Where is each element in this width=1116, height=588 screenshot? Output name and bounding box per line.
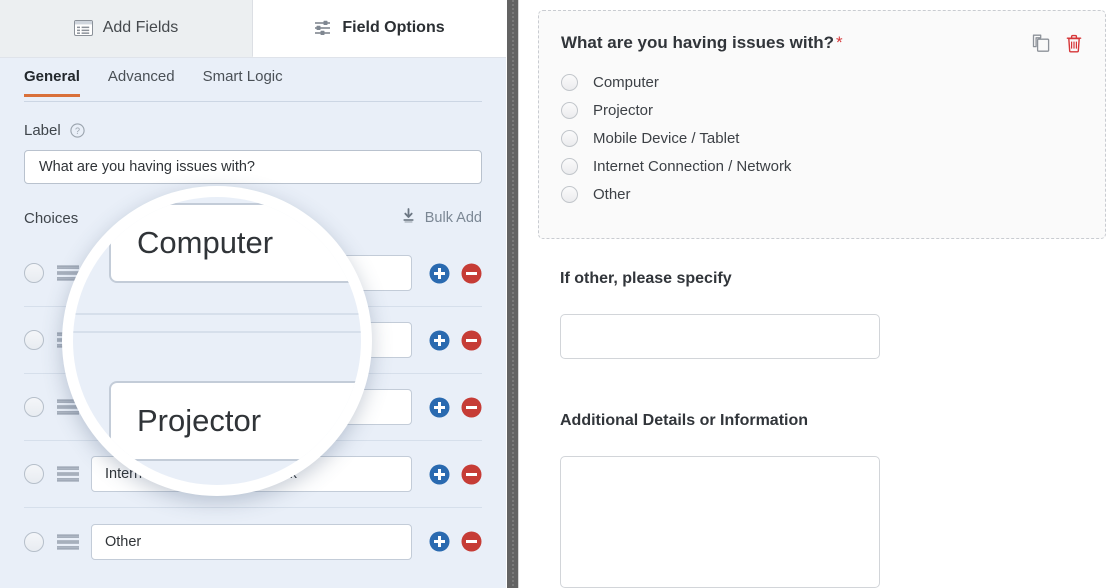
preview-option-label: Other bbox=[593, 185, 631, 203]
remove-choice-button[interactable] bbox=[461, 330, 482, 351]
svg-text:?: ? bbox=[75, 126, 80, 136]
preview-option[interactable]: Projector bbox=[561, 96, 1083, 124]
choice-row: Other bbox=[24, 508, 482, 575]
preview-field-title-text: What are you having issues with? bbox=[561, 33, 834, 52]
add-choice-button[interactable] bbox=[429, 263, 450, 284]
preview-option[interactable]: Mobile Device / Tablet bbox=[561, 124, 1083, 152]
radio-unchecked-icon[interactable] bbox=[561, 157, 578, 175]
preview-option-label: Internet Connection / Network bbox=[593, 157, 792, 175]
preview-option[interactable]: Computer bbox=[561, 68, 1083, 96]
form-builder-screen: Add Fields Field Options General Advance… bbox=[0, 0, 1116, 588]
subtab-advanced[interactable]: Advanced bbox=[108, 68, 175, 97]
choices-title: Choices bbox=[24, 209, 79, 227]
remove-choice-button[interactable] bbox=[461, 263, 482, 284]
preview-option-label: Mobile Device / Tablet bbox=[593, 129, 740, 147]
preview-option[interactable]: Other bbox=[561, 180, 1083, 208]
bulk-add-button[interactable]: Bulk Add bbox=[400, 208, 482, 228]
radio-unchecked-icon[interactable] bbox=[24, 397, 44, 417]
preview-field-card[interactable]: What are you having issues with? * Compu… bbox=[538, 10, 1106, 239]
tab-field-options-label: Field Options bbox=[342, 19, 445, 36]
preview-field-title: What are you having issues with? * bbox=[561, 33, 843, 53]
remove-choice-button[interactable] bbox=[461, 397, 482, 418]
preview-field-actions bbox=[1032, 34, 1083, 53]
add-choice-button[interactable] bbox=[429, 531, 450, 552]
drag-handle-icon[interactable] bbox=[57, 533, 79, 551]
label-field-title: Label bbox=[24, 122, 61, 139]
sliders-icon bbox=[314, 20, 332, 36]
tab-add-fields-label: Add Fields bbox=[102, 19, 179, 36]
form-preview-panel: What are you having issues with? * Compu… bbox=[520, 0, 1116, 588]
field-options-subtabs: General Advanced Smart Logic bbox=[0, 58, 506, 102]
choice-row: Computer bbox=[24, 240, 482, 307]
additional-details-label: Additional Details or Information bbox=[560, 412, 809, 429]
preview-option[interactable]: Internet Connection / Network bbox=[561, 152, 1083, 180]
choice-input[interactable]: Mobile Device / Tablet bbox=[91, 389, 412, 425]
question-circle-icon[interactable]: ? bbox=[70, 123, 85, 138]
trash-icon[interactable] bbox=[1065, 34, 1083, 53]
radio-unchecked-icon[interactable] bbox=[24, 464, 44, 484]
choice-input-value: Projector bbox=[105, 332, 164, 348]
preview-option-label: Computer bbox=[593, 73, 659, 91]
subtab-general[interactable]: General bbox=[24, 68, 80, 97]
radio-unchecked-icon[interactable] bbox=[24, 330, 44, 350]
preview-option-label: Projector bbox=[593, 101, 654, 119]
preview-field-header: What are you having issues with? * bbox=[561, 33, 1083, 53]
radio-unchecked-icon[interactable] bbox=[561, 73, 578, 91]
label-field-header: Label ? bbox=[24, 122, 482, 139]
add-choice-button[interactable] bbox=[429, 330, 450, 351]
radio-unchecked-icon[interactable] bbox=[24, 531, 44, 552]
subtab-smart-logic-label: Smart Logic bbox=[202, 68, 283, 85]
drag-handle-icon[interactable] bbox=[57, 331, 79, 349]
drag-handle-icon[interactable] bbox=[57, 398, 79, 416]
builder-tabs: Add Fields Field Options bbox=[0, 0, 506, 58]
label-input-value: What are you having issues with? bbox=[39, 159, 255, 175]
additional-details-textarea[interactable] bbox=[560, 456, 880, 588]
radio-unchecked-icon[interactable] bbox=[561, 101, 578, 119]
drag-handle-icon[interactable] bbox=[57, 264, 79, 282]
subtab-general-label: General bbox=[24, 68, 80, 85]
download-icon bbox=[400, 208, 417, 228]
choices-list: Computer Projector Mobile Device / Table… bbox=[24, 240, 482, 575]
remove-choice-button[interactable] bbox=[461, 464, 482, 485]
choice-input-value: Mobile Device / Tablet bbox=[105, 399, 247, 415]
if-other-input[interactable] bbox=[560, 314, 880, 359]
required-marker: * bbox=[836, 33, 843, 52]
subtab-advanced-label: Advanced bbox=[107, 68, 175, 85]
panel-scrollbar[interactable] bbox=[506, 0, 519, 588]
choice-input-value: Other bbox=[105, 533, 142, 550]
choice-input[interactable]: Internet Connection / Network bbox=[91, 456, 412, 492]
choice-row: Internet Connection / Network bbox=[24, 441, 482, 508]
subtabs-divider bbox=[24, 101, 482, 102]
choice-input[interactable]: Computer bbox=[91, 255, 412, 291]
copy-icon[interactable] bbox=[1032, 34, 1051, 53]
choice-row: Mobile Device / Tablet bbox=[24, 374, 482, 441]
tab-field-options[interactable]: Field Options bbox=[253, 0, 506, 57]
choice-input[interactable]: Other bbox=[91, 523, 412, 560]
radio-unchecked-icon[interactable] bbox=[561, 129, 578, 147]
tab-add-fields[interactable]: Add Fields bbox=[0, 0, 253, 57]
list-panel-icon bbox=[73, 20, 93, 36]
radio-unchecked-icon[interactable] bbox=[24, 263, 44, 283]
subtab-smart-logic[interactable]: Smart Logic bbox=[203, 68, 283, 97]
label-input[interactable]: What are you having issues with? bbox=[24, 150, 482, 184]
choice-input-value: Computer bbox=[105, 265, 169, 281]
drag-handle-icon[interactable] bbox=[57, 465, 79, 483]
add-choice-button[interactable] bbox=[429, 397, 450, 418]
field-options-panel: Add Fields Field Options General Advance… bbox=[0, 0, 506, 588]
choices-header: Choices Bulk Add bbox=[24, 208, 482, 228]
if-other-label: If other, please specify bbox=[560, 270, 732, 287]
preview-options-list: Computer Projector Mobile Device / Table… bbox=[561, 68, 1083, 208]
choice-input-value: Internet Connection / Network bbox=[105, 466, 297, 482]
bulk-add-label: Bulk Add bbox=[424, 210, 482, 226]
choice-input[interactable]: Projector bbox=[91, 322, 412, 358]
remove-choice-button[interactable] bbox=[461, 531, 482, 552]
choice-row: Projector bbox=[24, 307, 482, 374]
add-choice-button[interactable] bbox=[429, 464, 450, 485]
field-options-body: Label ? What are you having issues with?… bbox=[0, 122, 506, 575]
radio-unchecked-icon[interactable] bbox=[561, 185, 578, 203]
